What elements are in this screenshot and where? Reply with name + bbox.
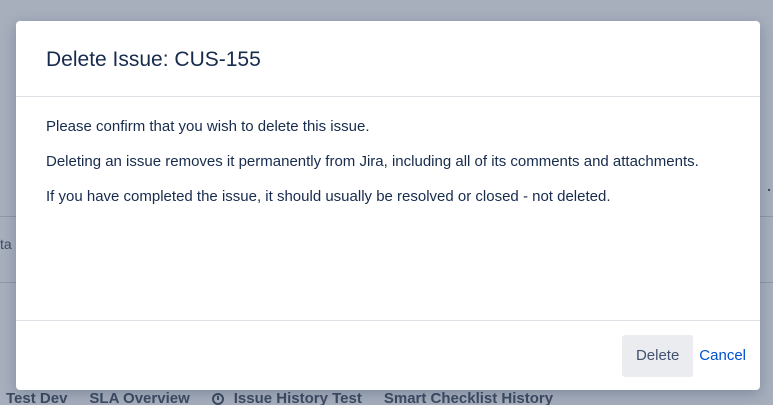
tab-label: Test Dev bbox=[6, 390, 68, 405]
tab-smart-checklist-history: Smart Checklist History bbox=[384, 390, 553, 405]
history-icon bbox=[211, 392, 224, 405]
resolve-hint-text: If you have completed the issue, it shou… bbox=[46, 188, 611, 205]
background-divider-left-2 bbox=[0, 282, 16, 283]
background-divider-right-2 bbox=[760, 282, 773, 283]
tab-sla-overview: SLA Overview bbox=[89, 390, 189, 405]
background-dot: . bbox=[767, 178, 771, 194]
cancel-button[interactable]: Cancel bbox=[699, 347, 746, 364]
dialog-header: Delete Issue: CUS-155 bbox=[16, 21, 760, 97]
dialog-footer: Delete Cancel bbox=[16, 321, 760, 390]
confirm-text: Please confirm that you wish to delete t… bbox=[46, 118, 370, 135]
dialog-body: Please confirm that you wish to delete t… bbox=[16, 97, 760, 321]
tab-label: SLA Overview bbox=[89, 390, 190, 405]
delete-button[interactable]: Delete bbox=[621, 334, 694, 377]
dialog-title: Delete Issue: CUS-155 bbox=[46, 47, 261, 71]
tab-test-dev: Test Dev bbox=[6, 390, 67, 405]
background-divider-right bbox=[760, 216, 773, 217]
background-tab-bar: Test Dev SLA Overview Issue History Test… bbox=[6, 390, 575, 405]
background-text-fragment: ta bbox=[0, 236, 12, 252]
permanent-warning-text: Deleting an issue removes it permanently… bbox=[46, 153, 699, 170]
delete-issue-dialog: Delete Issue: CUS-155 Please confirm tha… bbox=[16, 21, 760, 390]
tab-label: Smart Checklist History bbox=[383, 390, 554, 405]
background-divider-left bbox=[0, 216, 16, 217]
tab-label: Issue History Test bbox=[233, 390, 362, 405]
tab-issue-history-test: Issue History Test bbox=[211, 390, 362, 405]
